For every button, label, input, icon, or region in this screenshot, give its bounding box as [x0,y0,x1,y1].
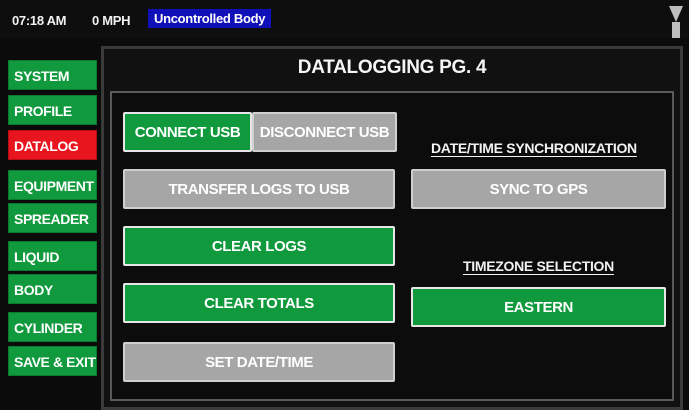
dropdown-arrow-stem[interactable] [672,22,680,38]
sidebar-item-cylinder[interactable]: CYLINDER [8,312,97,342]
page-title: DATALOGGING PG. 4 [297,57,487,78]
sidebar-item-datalog[interactable]: DATALOG [8,130,97,160]
clear-logs-button[interactable]: CLEAR LOGS [123,226,395,266]
screen: 07:18 AM 0 MPH Uncontrolled Body SYSTEM … [0,0,689,410]
sidebar-item-profile[interactable]: PROFILE [8,95,97,125]
date-time-sync-heading: DATE/TIME SYNCHRONIZATION [431,140,637,156]
status-bar: 07:18 AM 0 MPH Uncontrolled Body [0,0,689,38]
status-time: 07:18 AM [12,13,67,28]
sidebar-item-system[interactable]: SYSTEM [8,60,97,90]
timezone-selection-heading: TIMEZONE SELECTION [463,258,614,274]
disconnect-usb-button[interactable]: DISCONNECT USB [252,112,397,152]
sync-to-gps-button[interactable]: SYNC TO GPS [411,169,666,209]
status-speed: 0 MPH [92,13,131,28]
main-panel: DATALOGGING PG. 4 CONNECT USB DISCONNECT… [101,46,683,410]
settings-panel: CONNECT USB DISCONNECT USB TRANSFER LOGS… [110,91,674,401]
sidebar-item-spreader[interactable]: SPREADER [8,203,97,233]
dropdown-arrow-icon[interactable] [669,6,683,22]
sidebar-item-save-exit[interactable]: SAVE & EXIT [8,346,97,376]
timezone-select-button[interactable]: EASTERN [411,287,666,327]
transfer-logs-button[interactable]: TRANSFER LOGS TO USB [123,169,395,209]
status-alert-badge: Uncontrolled Body [148,9,272,28]
sidebar-item-body[interactable]: BODY [8,274,97,304]
sidebar-item-liquid[interactable]: LIQUID [8,241,97,271]
set-date-time-button[interactable]: SET DATE/TIME [123,342,395,382]
clear-totals-button[interactable]: CLEAR TOTALS [123,283,395,323]
sidebar-item-equipment[interactable]: EQUIPMENT [8,170,97,200]
connect-usb-button[interactable]: CONNECT USB [123,112,252,152]
